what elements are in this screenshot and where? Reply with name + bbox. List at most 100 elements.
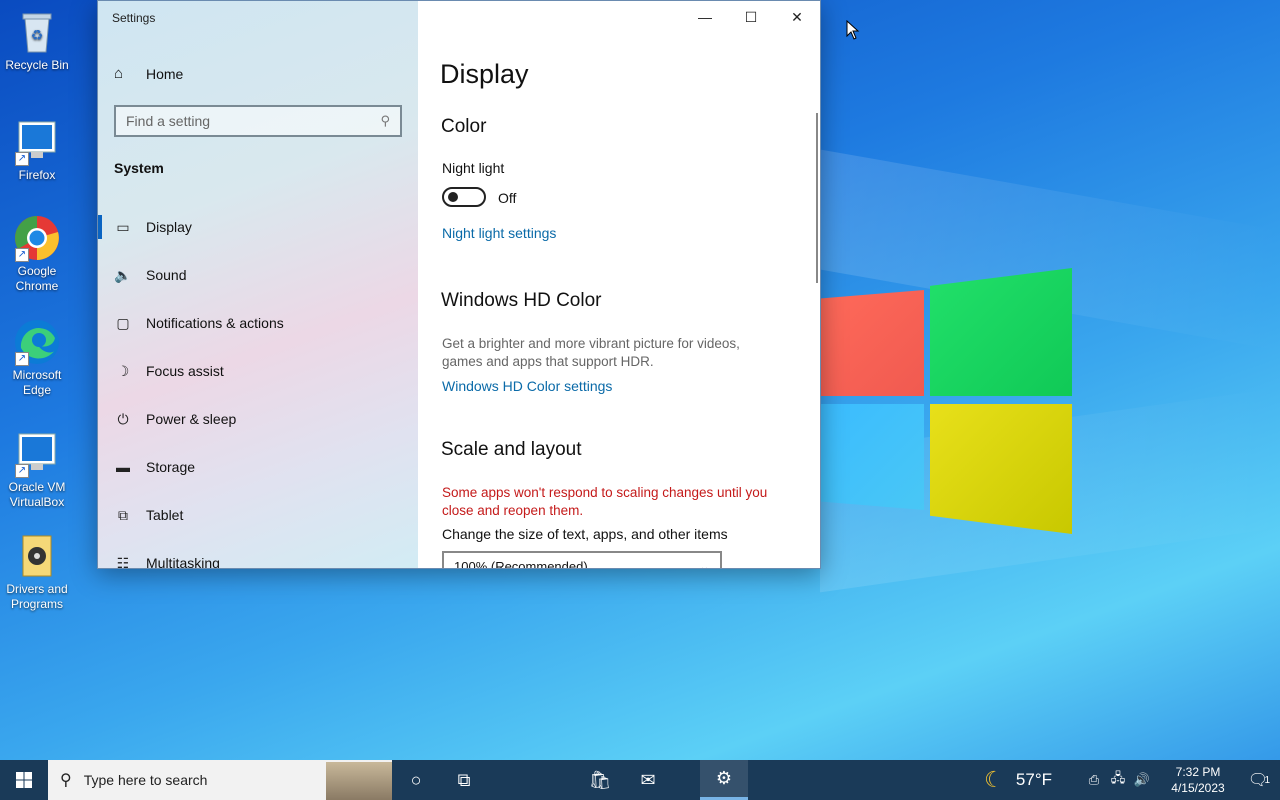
- close-button[interactable]: ✕: [774, 1, 820, 33]
- desktop-icon-label: Drivers and Programs: [6, 582, 68, 611]
- system-tray: ☾ 57°F ⎙ 🖧 🔊 7:32 PM 4/15/2023 🗨 1: [984, 760, 1280, 800]
- logo-pane-yellow: [930, 404, 1072, 534]
- sidebar-item-label: Storage: [146, 459, 196, 475]
- clock-date: 4/15/2023: [1171, 781, 1225, 795]
- volume-icon[interactable]: 🔊: [1130, 772, 1154, 788]
- search-icon: ⚲: [60, 772, 72, 789]
- moon-icon: ☾: [984, 767, 1004, 792]
- taskbar-search-box[interactable]: ⚲ Type here to search: [48, 760, 392, 800]
- sidebar-item-label: Multitasking: [146, 555, 220, 569]
- maximize-button[interactable]: ☐: [728, 1, 774, 33]
- desktop-icon-google-chrome[interactable]: ↗ Google Chrome: [4, 214, 70, 294]
- task-view-icon: ⧉: [457, 769, 471, 790]
- sidebar-item-home[interactable]: ⌂ Home: [114, 65, 183, 82]
- cortana-circle-icon: ○: [410, 769, 422, 790]
- sidebar-item-storage[interactable]: ▬ Storage: [98, 443, 418, 491]
- virtualbox-shortcut-icon: ↗: [13, 430, 61, 478]
- hd-color-heading: Windows HD Color: [441, 290, 602, 311]
- monitor-icon: ▭: [116, 218, 130, 235]
- drivers-folder-icon: [13, 532, 61, 580]
- mail-icon: ✉: [640, 769, 656, 790]
- shortcut-arrow-icon: ↗: [15, 352, 29, 366]
- taskbar-mail-button[interactable]: ✉: [624, 760, 672, 800]
- shortcut-arrow-icon: ↗: [15, 248, 29, 262]
- shortcut-arrow-icon: ↗: [15, 152, 29, 166]
- search-icon: ⚲: [380, 113, 390, 128]
- sidebar-item-power-sleep[interactable]: ⏻ Power & sleep: [98, 395, 418, 443]
- taskbar: ⚲ Type here to search ○ ⧉ 🛍 ✉ ⚙ ☾ 57°F ⎙…: [0, 760, 1280, 800]
- weather-widget[interactable]: ☾ 57°F: [984, 767, 1052, 793]
- cortana-button[interactable]: ○: [392, 760, 440, 800]
- edge-icon: ↗: [13, 318, 61, 366]
- night-light-toggle[interactable]: [442, 187, 486, 207]
- logo-pane-green: [930, 268, 1072, 396]
- sidebar-nav: ▭ Display 🔈 Sound ▢ Notifications & acti…: [98, 203, 418, 569]
- settings-sidebar: Settings ⌂ Home ⚲ System ▭ Display 🔈 Sou…: [98, 1, 418, 568]
- desktop-icon-recycle-bin[interactable]: ♻ Recycle Bin: [4, 8, 70, 73]
- settings-content: — ☐ ✕ Display Color Night light Off Nigh…: [418, 1, 820, 568]
- desktop-icon-label: Oracle VM VirtualBox: [8, 480, 66, 509]
- moon-icon: ☽: [116, 362, 130, 379]
- find-setting-input[interactable]: [126, 113, 381, 129]
- sidebar-item-label: Power & sleep: [146, 411, 237, 427]
- sidebar-item-sound[interactable]: 🔈 Sound: [98, 251, 418, 299]
- network-icon[interactable]: 🖧: [1106, 769, 1130, 791]
- page-title: Display: [440, 59, 529, 89]
- hd-color-settings-link[interactable]: Windows HD Color settings: [442, 378, 612, 394]
- desktop-icon-virtualbox[interactable]: ↗ Oracle VM VirtualBox: [4, 430, 70, 510]
- shortcut-arrow-icon: ↗: [15, 464, 29, 478]
- multitasking-icon: ☷: [116, 554, 130, 569]
- content-scrollbar[interactable]: [816, 113, 818, 283]
- sidebar-item-label: Display: [146, 219, 192, 235]
- sidebar-item-label: Notifications & actions: [146, 315, 284, 331]
- sidebar-item-focus-assist[interactable]: ☽ Focus assist: [98, 347, 418, 395]
- notification-count: 1: [1264, 775, 1270, 786]
- desktop-icon-label: Microsoft Edge: [12, 368, 62, 397]
- logo-pane-blue: [820, 404, 924, 510]
- sidebar-item-multitasking[interactable]: ☷ Multitasking: [98, 539, 418, 569]
- desktop-icon-firefox[interactable]: ↗ Firefox: [4, 118, 70, 183]
- action-center-button[interactable]: 🗨 1: [1236, 770, 1280, 790]
- color-heading: Color: [441, 116, 487, 137]
- desktop-icon-label: Firefox: [18, 168, 56, 182]
- scaling-warning: Some apps won't respond to scaling chang…: [442, 485, 768, 518]
- sidebar-item-tablet[interactable]: ⧉ Tablet: [98, 491, 418, 539]
- taskbar-clock[interactable]: 7:32 PM 4/15/2023: [1160, 764, 1236, 796]
- minimize-button[interactable]: —: [682, 1, 728, 33]
- gear-icon: ⚙: [715, 768, 733, 788]
- window-title: Settings: [112, 11, 156, 25]
- sidebar-item-display[interactable]: ▭ Display: [98, 203, 418, 251]
- desktop-icon-drivers-and-programs[interactable]: Drivers and Programs: [4, 532, 70, 612]
- sidebar-home-label: Home: [146, 65, 184, 82]
- desktop-icon-microsoft-edge[interactable]: ↗ Microsoft Edge: [4, 318, 70, 398]
- meet-now-icon[interactable]: ⎙: [1082, 772, 1106, 788]
- mouse-cursor-icon: [846, 20, 860, 40]
- sidebar-item-notifications[interactable]: ▢ Notifications & actions: [98, 299, 418, 347]
- sidebar-section-title: System: [114, 160, 164, 176]
- find-setting-search-box[interactable]: ⚲: [114, 105, 402, 137]
- sidebar-item-label: Tablet: [146, 507, 184, 523]
- power-icon: ⏻: [117, 410, 129, 427]
- recycle-bin-icon: ♻: [13, 8, 61, 56]
- store-bag-icon: 🛍: [588, 769, 612, 790]
- taskbar-settings-button[interactable]: ⚙: [700, 760, 748, 800]
- weather-temperature: 57°F: [1015, 770, 1052, 789]
- night-light-settings-link[interactable]: Night light settings: [442, 225, 556, 241]
- speaker-icon: 🔈: [114, 266, 132, 283]
- storage-icon: ▬: [116, 459, 130, 475]
- sidebar-item-label: Sound: [146, 267, 187, 283]
- firefox-shortcut-icon: ↗: [13, 118, 61, 166]
- windows-start-icon: [16, 772, 32, 788]
- message-icon: ▢: [116, 314, 130, 331]
- scale-layout-heading: Scale and layout: [441, 439, 582, 460]
- night-light-label: Night light: [442, 160, 505, 176]
- taskbar-search-placeholder: Type here to search: [83, 772, 208, 788]
- desktop-icon-label: Google Chrome: [15, 264, 59, 293]
- task-view-button[interactable]: ⧉: [440, 760, 488, 800]
- start-button[interactable]: [0, 760, 48, 800]
- scale-dropdown[interactable]: 100% (Recommended) ⌄: [442, 551, 722, 568]
- clock-time: 7:32 PM: [1175, 765, 1221, 779]
- taskbar-store-button[interactable]: 🛍: [576, 760, 624, 800]
- logo-pane-red: [820, 290, 924, 396]
- desktop-icon-label: Recycle Bin: [5, 58, 69, 72]
